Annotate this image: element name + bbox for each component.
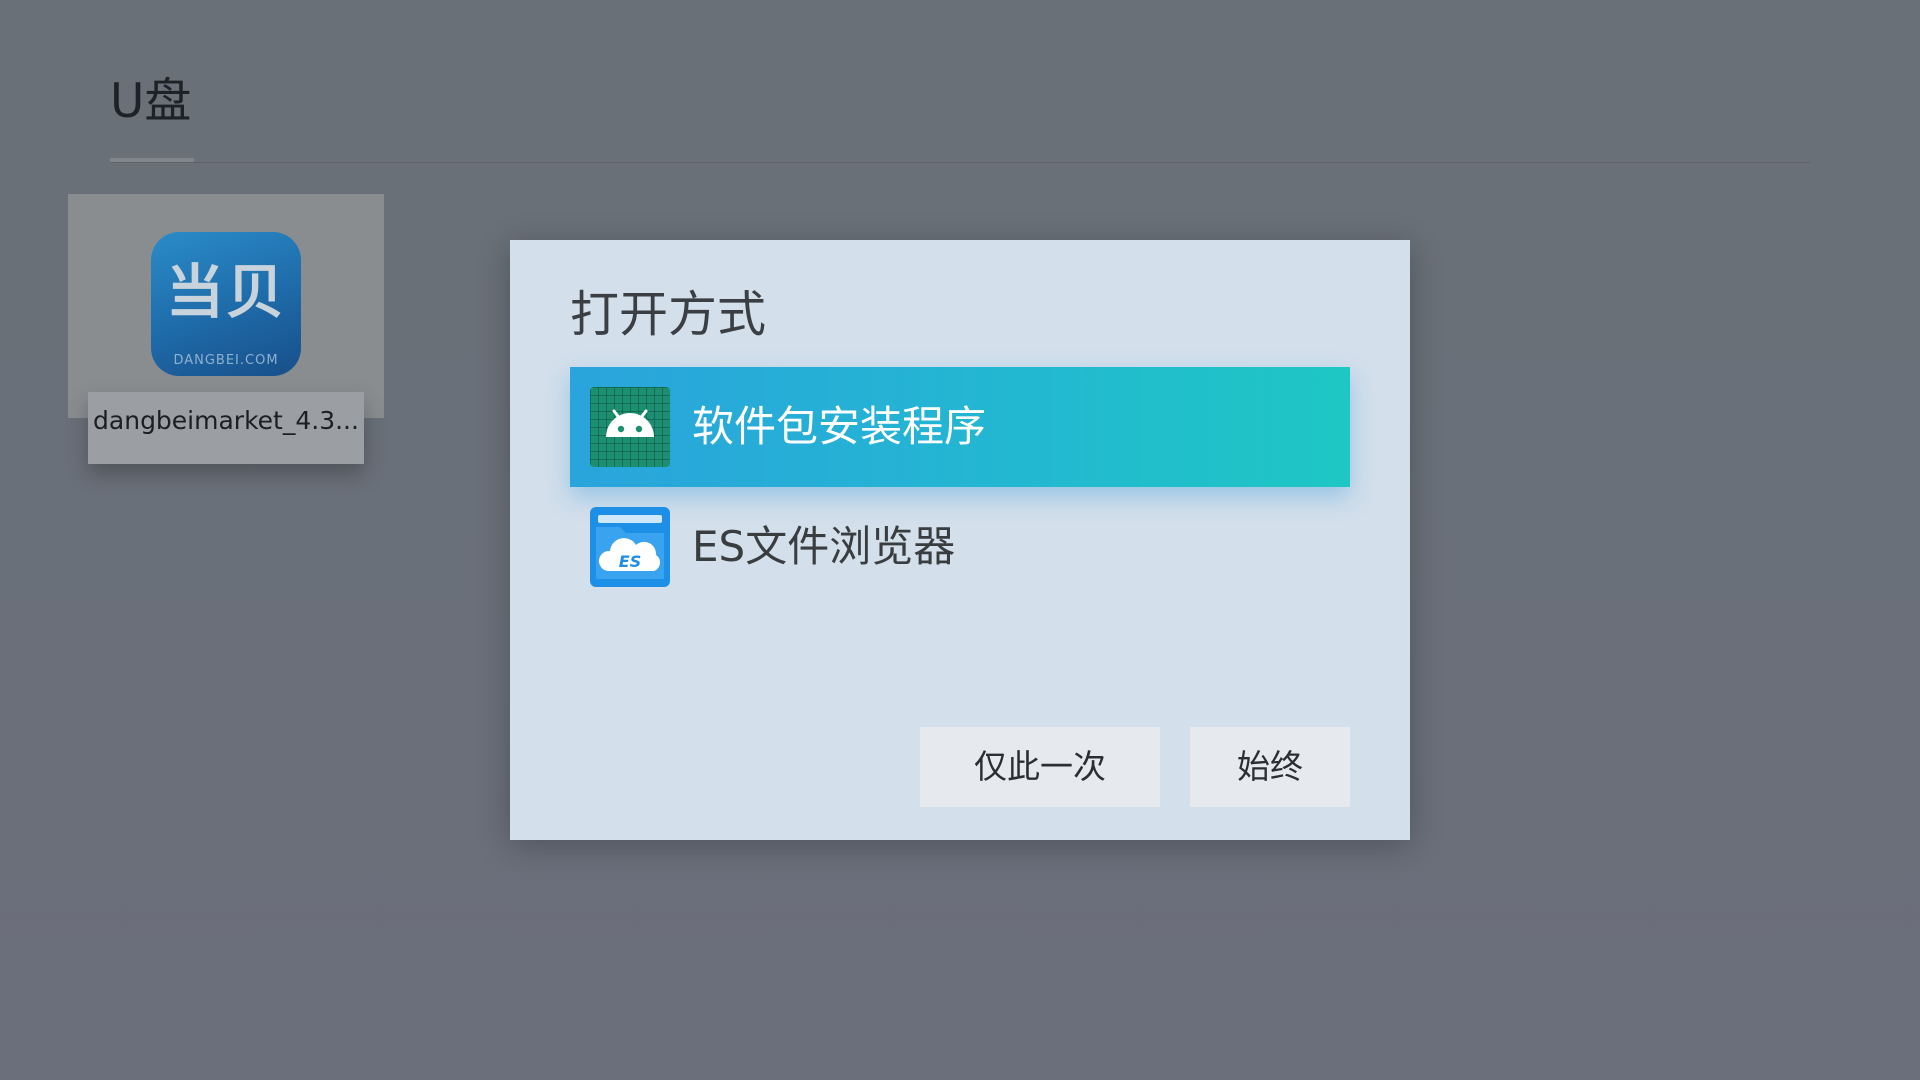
always-button[interactable]: 始终 xyxy=(1190,727,1350,807)
dangbei-app-icon: 当贝 DANGBEI.COM xyxy=(151,232,301,376)
option-es-file-explorer[interactable]: ES ES文件浏览器 xyxy=(570,487,1350,607)
header-divider xyxy=(110,162,1810,163)
file-name: dangbeimarket_4.3... xyxy=(93,406,359,435)
open-with-dialog: 打开方式 软件包安装程序 ES ES文件浏览器 仅此一次 始终 xyxy=(510,240,1410,840)
dangbei-logo-text: 当贝 xyxy=(165,258,286,326)
android-package-installer-icon xyxy=(590,387,670,467)
option-label: ES文件浏览器 xyxy=(692,522,956,571)
es-file-explorer-icon: ES xyxy=(590,507,670,587)
page-title: U盘 xyxy=(110,74,192,129)
option-label: 软件包安装程序 xyxy=(692,402,987,451)
dialog-title: 打开方式 xyxy=(570,286,767,343)
option-package-installer[interactable]: 软件包安装程序 xyxy=(570,367,1350,487)
svg-text:ES: ES xyxy=(619,552,641,571)
just-once-button[interactable]: 仅此一次 xyxy=(920,727,1160,807)
dangbei-logo-subtext: DANGBEI.COM xyxy=(173,353,279,368)
